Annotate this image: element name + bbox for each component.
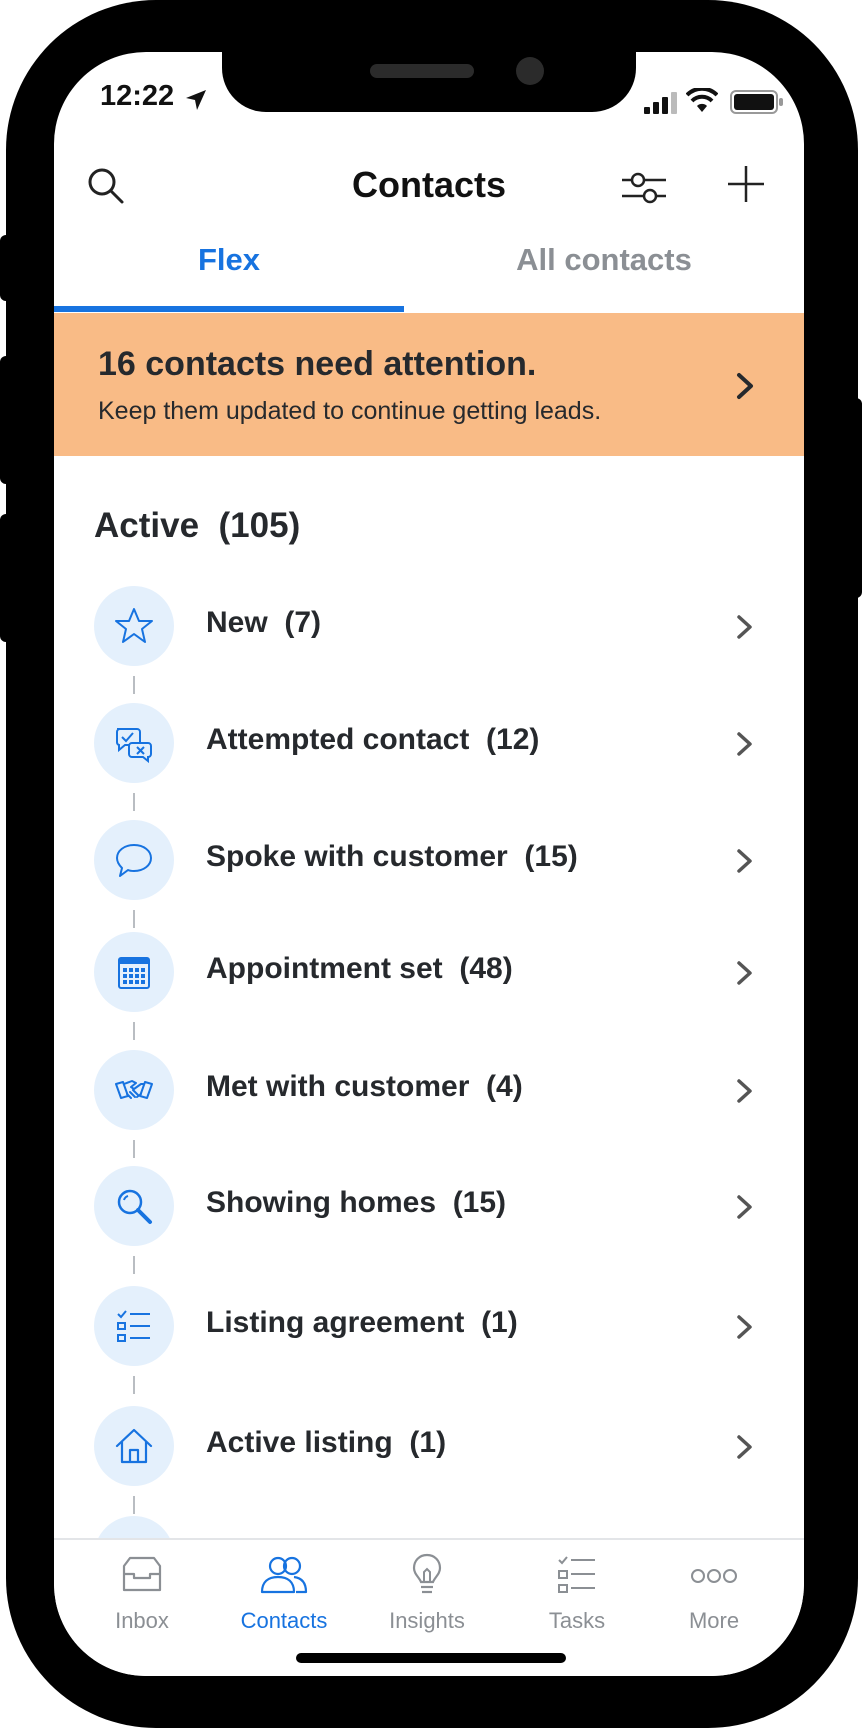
cellular-signal-icon — [644, 92, 677, 114]
tabbar-inbox[interactable]: Inbox — [72, 1552, 212, 1634]
stage-row-attempted-contact[interactable]: Attempted contact (12) — [54, 703, 804, 793]
contacts-icon — [260, 1556, 308, 1594]
stage-row-listing-agreement[interactable]: Listing agreement (1) — [54, 1286, 804, 1376]
stage-row-active-listing[interactable]: Active listing (1) — [54, 1406, 804, 1496]
lightbulb-icon — [412, 1553, 442, 1594]
tabbar-insights[interactable]: Insights — [357, 1552, 497, 1634]
tasks-icon — [558, 1556, 595, 1593]
tabbar-contacts[interactable]: Contacts — [214, 1552, 354, 1634]
notch — [222, 52, 636, 112]
chevron-right-icon — [737, 373, 753, 399]
stage-row-met-with-customer[interactable]: Met with customer (4) — [54, 1050, 804, 1140]
stage-label: Spoke with customer (15) — [206, 840, 578, 873]
more-icon — [691, 1569, 737, 1583]
stage-row-new[interactable]: New (7) — [54, 586, 804, 676]
banner-subtitle: Keep them updated to continue getting le… — [98, 397, 602, 425]
stage-row-appointment-set[interactable]: Appointment set (48) — [54, 932, 804, 1022]
page-title: Contacts — [351, 164, 507, 205]
stage-icon-badge — [94, 1166, 174, 1246]
inbox-icon — [122, 1556, 162, 1592]
banner-title: 16 contacts need attention. — [98, 345, 537, 383]
tab-all-contacts[interactable]: All contacts — [404, 242, 804, 278]
section-count: (105) — [218, 506, 301, 545]
add-contact-icon[interactable] — [726, 164, 766, 204]
stage-icon-badge — [94, 932, 174, 1012]
handshake-icon — [115, 1080, 153, 1099]
active-tab-indicator — [54, 306, 404, 312]
tabbar-more[interactable]: More — [644, 1552, 784, 1634]
stage-row-spoke-with-customer[interactable]: Spoke with customer (15) — [54, 820, 804, 910]
home-indicator[interactable] — [296, 1653, 566, 1663]
calendar-icon — [118, 957, 150, 989]
checklist-icon — [117, 1310, 150, 1342]
stage-connector — [133, 1376, 135, 1394]
house-icon — [115, 1428, 153, 1464]
magnifier-icon — [117, 1189, 152, 1224]
star-icon — [115, 608, 153, 643]
stage-connector — [133, 910, 135, 928]
wifi-icon — [686, 88, 718, 112]
stage-icon-badge — [94, 820, 174, 900]
stage-connector — [133, 1256, 135, 1274]
chevron-right-icon — [737, 961, 752, 985]
tabbar-label: Tasks — [548, 1608, 606, 1633]
tab-flex[interactable]: Flex — [54, 242, 404, 278]
stage-icon-badge — [94, 703, 174, 783]
stage-label: Met with customer (4) — [206, 1070, 523, 1103]
stage-row-showing-homes[interactable]: Showing homes (15) — [54, 1166, 804, 1256]
attention-banner[interactable]: 16 contacts need attention. Keep them up… — [54, 313, 804, 456]
app-screen: 12:22 Contacts Flex All contacts 16 cont… — [54, 52, 804, 1676]
section-heading-active: Active (105) — [94, 506, 300, 546]
stage-icon-badge — [94, 1050, 174, 1130]
stage-connector — [133, 676, 135, 694]
chevron-right-icon — [737, 1435, 752, 1459]
tabbar-label: Inbox — [115, 1608, 169, 1633]
stage-label: Appointment set (48) — [206, 952, 513, 985]
chevron-right-icon — [737, 615, 752, 639]
phone-device: 12:22 Contacts Flex All contacts 16 cont… — [0, 0, 862, 1728]
stage-label: Listing agreement (1) — [206, 1306, 518, 1339]
tabbar-label: More — [688, 1608, 740, 1633]
chevron-right-icon — [737, 1079, 752, 1103]
chevron-right-icon — [737, 1195, 752, 1219]
filter-sliders-icon[interactable] — [620, 168, 668, 208]
speaker — [370, 64, 474, 78]
stage-connector — [133, 1496, 135, 1514]
tabbar-tasks[interactable]: Tasks — [507, 1552, 647, 1634]
chevron-right-icon — [737, 1315, 752, 1339]
stage-label: Active listing (1) — [206, 1426, 447, 1459]
stage-label: New (7) — [206, 606, 322, 639]
section-label: Active — [94, 506, 200, 545]
stage-connector — [133, 1022, 135, 1040]
stage-icon-badge — [94, 1406, 174, 1486]
stage-label: Showing homes (15) — [206, 1186, 507, 1219]
battery-icon — [730, 90, 783, 114]
stage-icon-badge — [94, 1286, 174, 1366]
stage-connector — [133, 793, 135, 811]
chevron-right-icon — [737, 732, 752, 756]
stage-connector — [133, 1140, 135, 1158]
tabbar-label: Insights — [389, 1608, 465, 1633]
tabbar-label: Contacts — [240, 1608, 328, 1633]
front-camera — [516, 57, 544, 85]
chevron-right-icon — [737, 849, 752, 873]
status-time: 12:22 — [100, 80, 175, 112]
stage-icon-badge — [94, 586, 174, 666]
speech-bubble-icon — [116, 844, 152, 877]
location-arrow-icon — [186, 90, 206, 110]
chat-bubbles-icon — [116, 728, 152, 763]
stage-label: Attempted contact (12) — [206, 723, 540, 756]
